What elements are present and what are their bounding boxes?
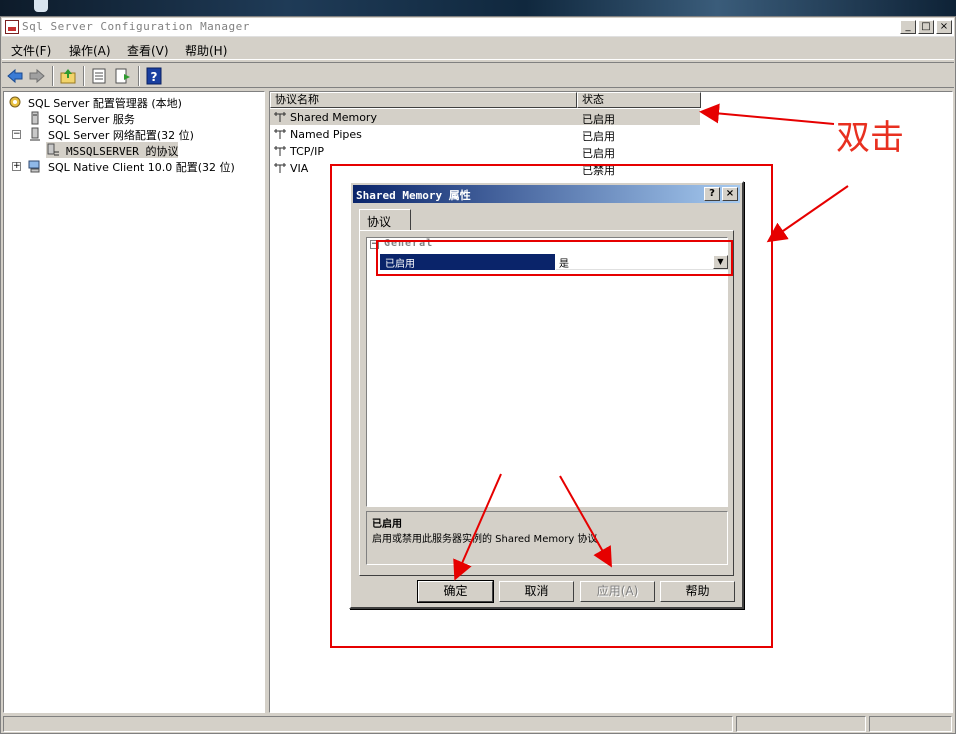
protocol-icon bbox=[274, 163, 286, 173]
app-icon bbox=[5, 20, 19, 34]
title-bar[interactable]: Sql Server Configuration Manager _ □ × bbox=[2, 18, 954, 37]
network-server-icon bbox=[30, 127, 40, 141]
tree-item-mssqlserver-protocols[interactable]: MSSQLSERVER 的协议 bbox=[46, 142, 178, 158]
toolbar-separator bbox=[83, 66, 85, 86]
help-icon[interactable]: ? bbox=[145, 67, 163, 85]
recycle-bin-icon[interactable] bbox=[34, 0, 48, 12]
expand-toggle[interactable]: + bbox=[12, 162, 21, 171]
menu-bar: 文件(F) 操作(A) 查看(V) 帮助(H) bbox=[2, 38, 954, 60]
protocol-name: Shared Memory bbox=[290, 111, 377, 124]
protocol-icon bbox=[274, 129, 286, 139]
desktop-background bbox=[0, 0, 956, 16]
list-item-shared-memory[interactable]: Shared Memory 已启用 bbox=[270, 109, 700, 126]
status-cell bbox=[869, 716, 952, 732]
back-arrow-icon[interactable] bbox=[6, 67, 24, 85]
menu-action[interactable]: 操作(A) bbox=[69, 42, 111, 59]
list-item-tcp-ip[interactable]: TCP/IP 已启用 bbox=[270, 143, 700, 160]
svg-text:?: ? bbox=[151, 70, 158, 84]
protocol-name: TCP/IP bbox=[290, 145, 324, 158]
forward-arrow-icon[interactable] bbox=[28, 67, 46, 85]
column-header-status[interactable]: 状态 bbox=[577, 92, 701, 108]
menu-help[interactable]: 帮助(H) bbox=[185, 42, 227, 59]
status-bar bbox=[2, 714, 954, 734]
status-cell bbox=[3, 716, 733, 732]
toolbar-separator bbox=[52, 66, 54, 86]
collapse-toggle[interactable]: − bbox=[12, 130, 21, 139]
tree-label: SQL Native Client 10.0 配置(32 位) bbox=[48, 161, 235, 174]
export-list-icon[interactable] bbox=[114, 67, 132, 85]
column-header-protocol-name[interactable]: 协议名称 bbox=[270, 92, 577, 108]
menu-view[interactable]: 查看(V) bbox=[127, 42, 169, 59]
tree-label: MSSQLSERVER 的协议 bbox=[66, 145, 179, 158]
protocol-name: VIA bbox=[290, 162, 309, 175]
annotation-label: 双击 bbox=[836, 118, 904, 158]
tree-pane: SQL Server 配置管理器 (本地) SQL Server 服务 − SQ… bbox=[3, 91, 265, 713]
toolbar-separator bbox=[138, 66, 140, 86]
annotation-box-dialog bbox=[330, 164, 773, 648]
window-title: Sql Server Configuration Manager bbox=[22, 20, 250, 33]
tree-label: SQL Server 网络配置(32 位) bbox=[48, 129, 194, 142]
protocol-icon bbox=[274, 146, 286, 156]
up-folder-icon[interactable] bbox=[59, 67, 77, 85]
server-icon bbox=[31, 111, 39, 125]
minimize-button[interactable]: _ bbox=[900, 20, 916, 34]
tree-label: SQL Server 服务 bbox=[48, 113, 135, 126]
config-manager-icon bbox=[9, 96, 21, 108]
protocol-icon bbox=[47, 143, 59, 156]
protocol-state: 已启用 bbox=[582, 130, 615, 143]
protocol-name: Named Pipes bbox=[290, 128, 362, 141]
tree-label: SQL Server 配置管理器 (本地) bbox=[28, 97, 182, 110]
annotation-box-property bbox=[376, 240, 733, 276]
list-item-named-pipes[interactable]: Named Pipes 已启用 bbox=[270, 126, 700, 143]
protocol-state: 已启用 bbox=[582, 147, 615, 160]
toolbar: ? bbox=[2, 62, 954, 88]
menu-file[interactable]: 文件(F) bbox=[11, 42, 51, 59]
client-computer-icon bbox=[28, 160, 40, 173]
status-cell bbox=[736, 716, 866, 732]
protocol-icon bbox=[274, 112, 286, 122]
maximize-button[interactable]: □ bbox=[918, 20, 934, 34]
close-button[interactable]: × bbox=[936, 20, 952, 34]
properties-icon[interactable] bbox=[90, 67, 108, 85]
protocol-state: 已启用 bbox=[582, 113, 615, 126]
